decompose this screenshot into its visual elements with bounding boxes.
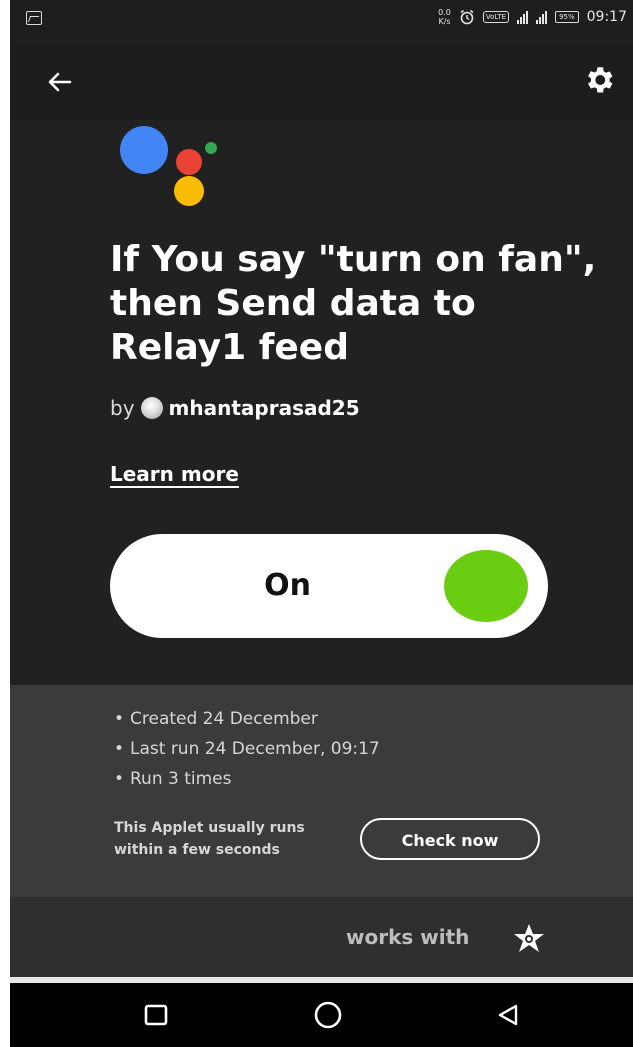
nav-back-button[interactable] bbox=[488, 995, 528, 1035]
signal-strength-2-icon bbox=[536, 10, 548, 24]
recent-apps-button[interactable] bbox=[136, 995, 176, 1035]
author-avatar bbox=[140, 397, 163, 419]
gear-icon bbox=[588, 67, 613, 93]
phone-screen: 0.0 K/s VoLTE 95% 09:17 If You say "turn… bbox=[10, 0, 633, 1047]
by-label: by bbox=[110, 396, 135, 420]
signal-strength-icon bbox=[517, 10, 529, 24]
status-bar: 0.0 K/s VoLTE 95% 09:17 bbox=[10, 0, 633, 44]
works-with-section: works with bbox=[10, 897, 633, 977]
learn-more-link[interactable]: Learn more bbox=[110, 462, 239, 486]
applet-title: If You say "turn on fan", then Send data… bbox=[110, 239, 597, 368]
google-assistant-icon bbox=[120, 126, 217, 206]
applet-hero: If You say "turn on fan", then Send data… bbox=[10, 120, 633, 685]
settings-button[interactable] bbox=[579, 60, 619, 100]
adafruit-star-icon[interactable] bbox=[512, 923, 546, 953]
alarm-icon bbox=[460, 9, 474, 25]
circle-home-icon bbox=[314, 1001, 342, 1029]
triangle-back-icon bbox=[498, 1004, 518, 1026]
arrow-left-icon bbox=[48, 72, 72, 92]
applet-details: • Created 24 December • Last run 24 Decemb… bbox=[10, 685, 633, 897]
works-with-label: works with bbox=[346, 925, 470, 949]
status-right: 0.0 K/s VoLTE 95% 09:17 bbox=[438, 8, 627, 26]
list-item: • Created 24 December bbox=[114, 709, 318, 729]
run-stats-list: • Created 24 December • Last run 24 Decemb… bbox=[114, 709, 380, 799]
run-speed-note: This Applet usually runs within a few se… bbox=[114, 820, 305, 858]
volte-badge: VoLTE bbox=[482, 11, 510, 23]
back-button[interactable] bbox=[40, 62, 80, 102]
list-item: • Run 3 times bbox=[114, 769, 232, 789]
network-speed: 0.0 K/s bbox=[438, 8, 451, 26]
toggle-label: On bbox=[264, 568, 311, 603]
author-byline: by mhantaprasad25 bbox=[110, 396, 360, 420]
author-name[interactable]: mhantaprasad25 bbox=[169, 396, 360, 420]
gallery-notification-icon bbox=[26, 11, 42, 25]
list-item: • Last run 24 December, 09:17 bbox=[114, 739, 380, 759]
home-button[interactable] bbox=[308, 995, 348, 1035]
system-nav-bar bbox=[10, 983, 633, 1047]
app-header bbox=[10, 44, 633, 120]
applet-toggle[interactable]: On bbox=[110, 534, 548, 638]
check-now-button[interactable]: Check now bbox=[360, 818, 540, 860]
toggle-knob[interactable] bbox=[444, 550, 528, 622]
square-recent-apps-icon bbox=[144, 1004, 168, 1026]
battery-indicator: 95% bbox=[555, 11, 579, 23]
clock: 09:17 bbox=[586, 9, 627, 25]
